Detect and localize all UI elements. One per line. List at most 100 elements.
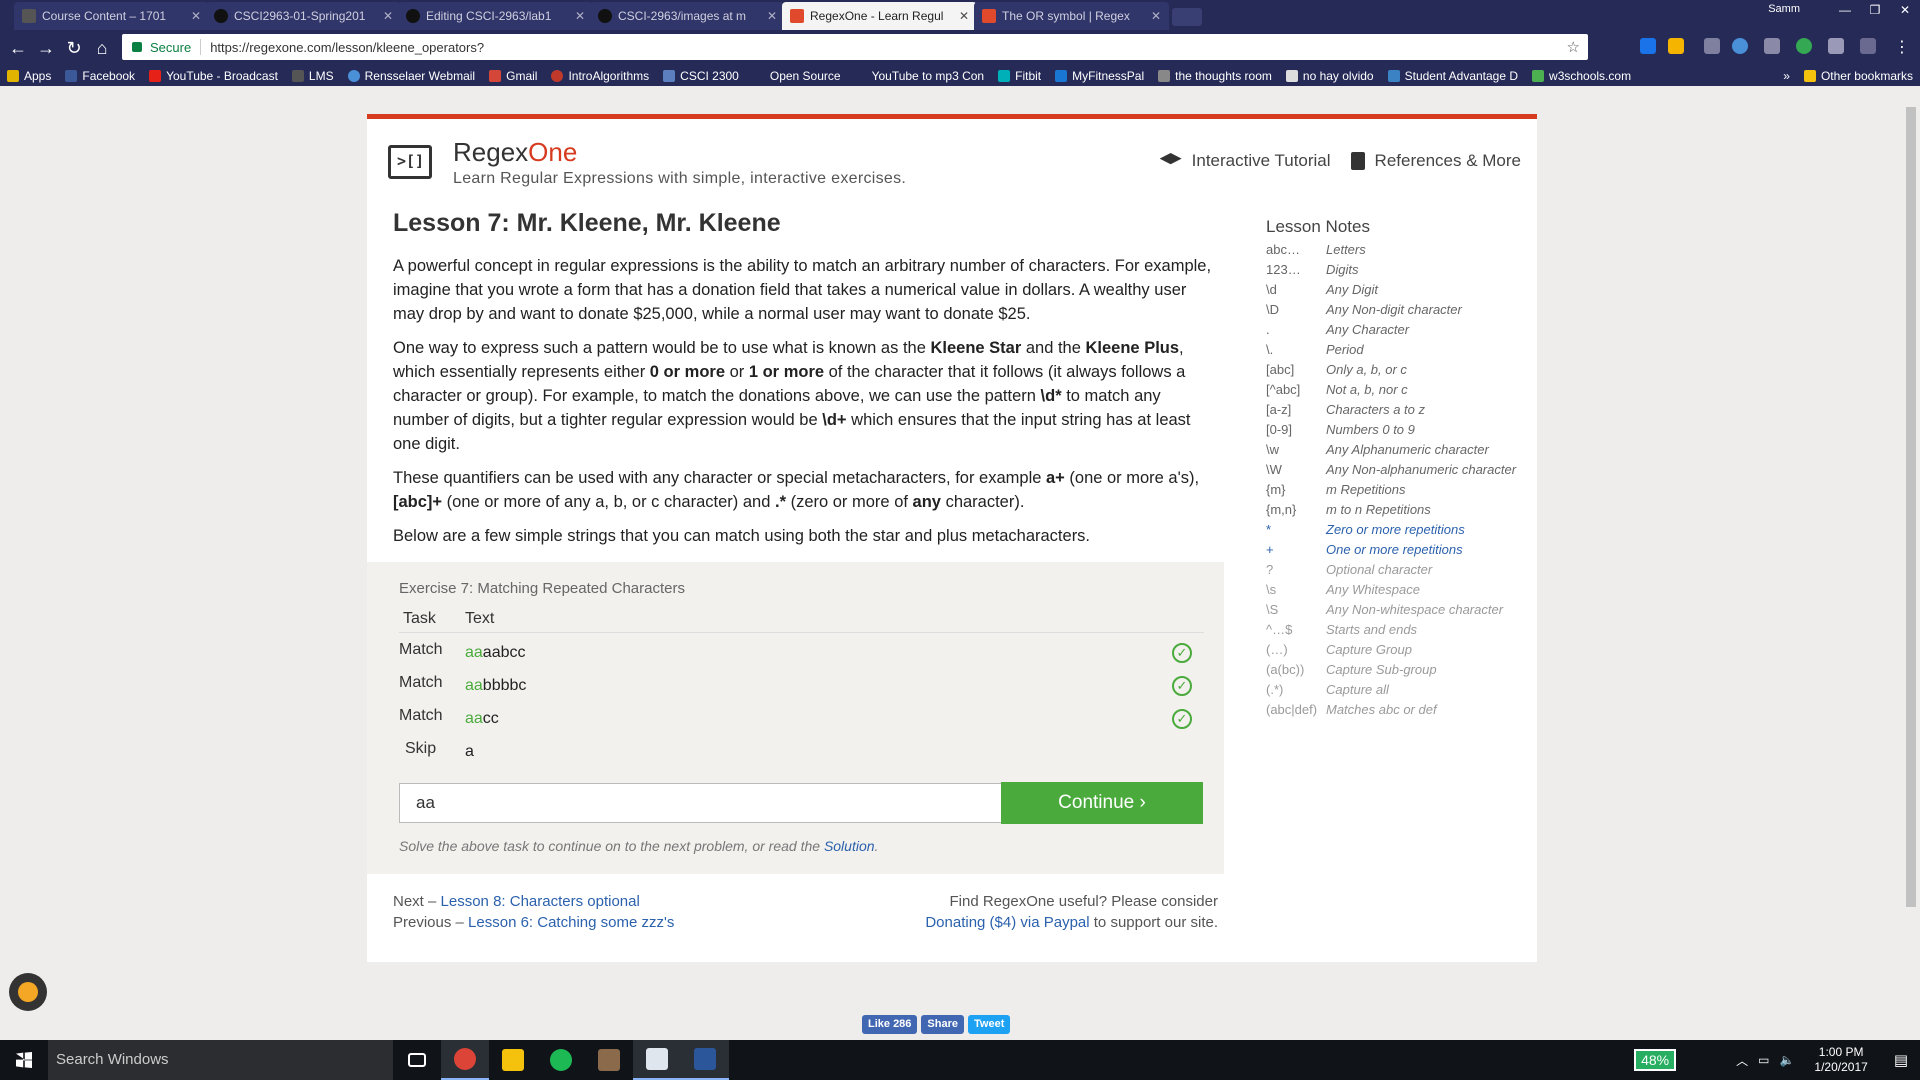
extension-icon[interactable] [1668, 38, 1684, 54]
close-tab-icon[interactable]: ✕ [191, 9, 201, 23]
regex-input[interactable] [399, 783, 1002, 823]
note-row: \w Any Alphanumeric character [1266, 440, 1536, 460]
bookmark-item[interactable]: Apps [0, 69, 58, 83]
nav-interactive-tutorial[interactable]: Interactive Tutorial [1159, 151, 1331, 171]
extension-icon[interactable] [1640, 38, 1656, 54]
app-taskbar-button[interactable] [633, 1040, 681, 1080]
more-bookmarks-button[interactable]: » [1776, 69, 1797, 83]
bookmark-item[interactable]: Student Advantage D [1381, 69, 1525, 83]
bookmark-item[interactable]: CSCI 2300 [656, 69, 746, 83]
battery-icon[interactable]: ▭ [1758, 1053, 1769, 1067]
test-string: a [465, 743, 474, 761]
extension-icon[interactable] [1732, 38, 1748, 54]
tweet-button[interactable]: Tweet [968, 1015, 1011, 1034]
next-lesson-link[interactable]: Lesson 8: Characters optional [441, 893, 640, 910]
task-view-button[interactable] [393, 1040, 441, 1080]
regexone-logo-icon[interactable] [388, 145, 432, 179]
bookmark-item[interactable]: Open Source [746, 69, 848, 83]
bookmark-item[interactable]: IntroAlgorithms [544, 69, 656, 83]
page-scrollbar[interactable] [1904, 103, 1918, 1028]
csci-icon [663, 70, 676, 82]
extension-icon[interactable] [1764, 38, 1780, 54]
close-tab-icon[interactable]: ✕ [383, 9, 393, 23]
spotify-taskbar-button[interactable] [537, 1040, 585, 1080]
bookmark-item[interactable]: Fitbit [991, 69, 1048, 83]
app-icon [598, 1049, 620, 1071]
donate-link[interactable]: Donating ($4) via Paypal [925, 914, 1089, 931]
pattern-digit-star: \d* [1040, 387, 1062, 405]
w3schools-icon [1532, 70, 1545, 82]
bookmark-item[interactable]: LMS [285, 69, 341, 83]
bookmark-star-icon[interactable]: ☆ [1567, 38, 1580, 56]
url-text[interactable]: https://regexone.com/lesson/kleene_opera… [210, 40, 1566, 55]
volume-icon[interactable]: 🔈 [1779, 1053, 1794, 1067]
extension-icon[interactable] [1796, 38, 1812, 54]
continue-button[interactable]: Continue › [1001, 782, 1203, 824]
forward-icon[interactable]: → [34, 36, 58, 60]
explorer-taskbar-button[interactable] [489, 1040, 537, 1080]
reload-icon[interactable]: ↻ [62, 36, 86, 60]
extension-icon[interactable] [1704, 38, 1720, 54]
note-row: {m,n} m to n Repetitions [1266, 500, 1536, 520]
minimize-icon[interactable]: — [1830, 0, 1860, 20]
facebook-like-button[interactable]: Like 286 [862, 1015, 918, 1034]
nav-references[interactable]: References & More [1350, 151, 1521, 171]
close-window-icon[interactable]: ✕ [1890, 0, 1920, 20]
app-taskbar-button[interactable] [585, 1040, 633, 1080]
solution-link[interactable]: Solution [824, 838, 875, 854]
browser-tab[interactable]: CSCI-2963/images at m ✕ [590, 2, 785, 30]
fitbit-icon [998, 70, 1011, 82]
previous-lesson-link[interactable]: Lesson 6: Catching some zzz's [468, 914, 674, 931]
close-tab-icon[interactable]: ✕ [767, 9, 777, 23]
browser-tab[interactable]: The OR symbol | Regex ✕ [974, 2, 1169, 30]
browser-tab[interactable]: CSCI2963-01-Spring201 ✕ [206, 2, 401, 30]
bookmark-item[interactable]: Facebook [58, 69, 142, 83]
note-value: Any Character [1326, 322, 1410, 337]
close-tab-icon[interactable]: ✕ [1151, 9, 1161, 23]
note-value: Characters a to z [1326, 402, 1425, 417]
note-value: Letters [1326, 242, 1366, 257]
browser-tab[interactable]: Course Content – 1701 ✕ [14, 2, 209, 30]
chrome-taskbar-button[interactable] [441, 1040, 489, 1080]
taskbar-search[interactable]: Search Windows [48, 1040, 393, 1080]
nav-label: Interactive Tutorial [1191, 151, 1331, 170]
home-icon[interactable]: ⌂ [90, 36, 114, 60]
site-brand[interactable]: RegexOne [453, 137, 577, 168]
bookmark-item[interactable]: Rensselaer Webmail [341, 69, 483, 83]
bookmark-label: LMS [308, 69, 334, 83]
close-tab-icon[interactable]: ✕ [575, 9, 585, 23]
secure-label: Secure [150, 39, 192, 55]
bookmark-item[interactable]: YouTube - Broadcast [142, 69, 285, 83]
donation-line: Donating ($4) via Paypal to support our … [925, 912, 1218, 933]
bookmark-item[interactable]: MyFitnessPal [1048, 69, 1151, 83]
browser-tab-active[interactable]: RegexOne - Learn Regul ✕ [782, 2, 977, 30]
floating-assistant-icon[interactable] [9, 973, 47, 1011]
other-bookmarks[interactable]: Other bookmarks [1797, 69, 1920, 83]
battery-indicator[interactable]: 48% [1634, 1049, 1677, 1071]
scrollbar-thumb[interactable] [1906, 107, 1916, 907]
new-tab-button[interactable] [1172, 8, 1202, 26]
clock-time: 1:00 PM [1818, 1045, 1864, 1059]
taskbar-clock[interactable]: 1:00 PM 1/20/2017 [1814, 1045, 1867, 1075]
maximize-icon[interactable]: ❐ [1860, 0, 1890, 20]
facebook-share-button[interactable]: Share [921, 1015, 964, 1034]
back-icon[interactable]: ← [6, 36, 30, 60]
start-button[interactable] [0, 1040, 48, 1080]
chevron-up-icon[interactable]: ︿ [1736, 1052, 1748, 1069]
menu-dots-icon[interactable]: ⋮ [1890, 36, 1914, 60]
address-bar[interactable]: Secure https://regexone.com/lesson/kleen… [122, 34, 1588, 60]
close-tab-icon[interactable]: ✕ [959, 9, 969, 23]
browser-tab[interactable]: Editing CSCI-2963/lab1 ✕ [398, 2, 593, 30]
bookmark-item[interactable]: the thoughts room [1151, 69, 1279, 83]
gmail-icon [489, 70, 502, 82]
extension-icon[interactable] [1828, 38, 1844, 54]
note-value: Capture Group [1326, 642, 1412, 657]
word-taskbar-button[interactable] [681, 1040, 729, 1080]
bookmark-item[interactable]: YouTube to mp3 Con [848, 69, 992, 83]
profile-name[interactable]: Samm [1768, 3, 1800, 15]
bookmark-item[interactable]: Gmail [482, 69, 544, 83]
extension-icon[interactable] [1860, 38, 1876, 54]
bookmark-item[interactable]: no hay olvido [1279, 69, 1381, 83]
notifications-icon[interactable]: ▤ [1894, 1051, 1908, 1069]
bookmark-item[interactable]: w3schools.com [1525, 69, 1638, 83]
